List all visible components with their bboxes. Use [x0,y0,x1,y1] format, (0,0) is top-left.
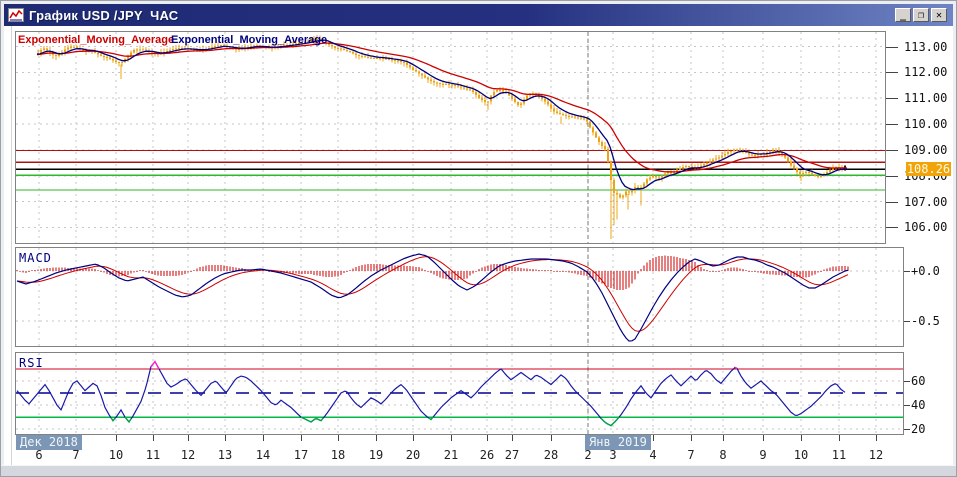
day-label: 9 [750,448,776,462]
time-tick [723,435,724,441]
left-frame-groove [11,26,12,468]
app-window: График USD /JPY ЧАС _ ❐ ✕ Exponential_Mo… [0,0,957,477]
time-tick [487,435,488,441]
day-label: 6 [26,448,52,462]
macd-tick [904,271,910,272]
day-label: 17 [288,448,314,462]
minimize-button[interactable]: _ [895,8,911,22]
window-buttons: _ ❐ ✕ [895,8,947,22]
time-tick [413,435,414,441]
time-tick [153,435,154,441]
macd-tick [904,321,910,322]
price-tick-label: 110.00 [904,117,947,131]
ema-label-blue: Exponential_Moving_Average [171,34,327,46]
day-label: 12 [175,448,201,462]
day-label: 2 [575,448,601,462]
rsi-overbought-segment [151,362,159,369]
price-tick-label: 111.00 [904,91,947,105]
time-tick [225,435,226,441]
macd-panel[interactable] [15,247,904,347]
price-tick [886,124,898,125]
day-label: 28 [538,448,564,462]
day-label: 7 [678,448,704,462]
rsi-tick [904,381,910,382]
price-tick [886,150,898,151]
price-tick-label: 106.00 [904,220,947,234]
month-badge-dec: Дек 2018 [16,435,82,450]
time-tick [551,435,552,441]
day-label: 20 [400,448,426,462]
day-label: 12 [863,448,889,462]
month-badge-jan: Янв 2019 [585,435,651,450]
time-tick [839,435,840,441]
macd-tick-label: -0.5 [911,314,940,328]
main-chart-panel[interactable] [15,31,886,244]
rsi-label: RSI [19,356,44,370]
day-label: 11 [140,448,166,462]
price-tick-label: 113.00 [904,40,947,54]
rsi-oversold-segment [301,417,323,422]
chart-app-icon-image [8,8,24,22]
day-label: 18 [325,448,351,462]
rsi-tick [904,405,910,406]
time-tick [338,435,339,441]
price-tick [886,227,898,228]
time-tick [116,435,117,441]
time-tick [801,435,802,441]
price-tick-label: 107.00 [904,195,947,209]
time-tick [691,435,692,441]
time-tick [188,435,189,441]
rsi-tick [904,429,910,430]
rsi-panel[interactable] [15,352,904,435]
window-bottom-frame [1,465,957,476]
macd-tick-label: +0.0 [911,264,940,278]
candlestick-series [37,35,846,239]
time-tick [451,435,452,441]
day-label: 27 [499,448,525,462]
price-tick-label: 109.00 [904,143,947,157]
maximize-button[interactable]: ❐ [913,8,929,22]
main-gridlines [16,32,885,243]
time-tick [263,435,264,441]
day-label: 19 [363,448,389,462]
time-tick [763,435,764,441]
rsi-overbought-segment [735,367,737,368]
day-label: 10 [788,448,814,462]
ema-label-red: Exponential_Moving_Average [18,34,174,46]
day-label: 13 [212,448,238,462]
rsi-tick-label: 40 [911,398,925,412]
current-price-tag: 108.26 [906,162,951,176]
day-label: 4 [640,448,666,462]
time-tick [876,435,877,441]
day-label: 21 [438,448,464,462]
chart-app-icon [8,8,24,22]
rsi-tick-label: 60 [911,374,925,388]
window-title: График USD /JPY ЧАС [29,8,895,23]
title-bar[interactable]: График USD /JPY ЧАС _ ❐ ✕ [4,4,953,26]
price-tick [886,202,898,203]
rsi-oversold-segment [601,417,619,426]
day-label: 8 [710,448,736,462]
day-label: 14 [250,448,276,462]
ema-fast-line [37,40,847,189]
close-button[interactable]: ✕ [931,8,947,22]
rsi-oversold-segment [125,417,131,422]
day-label: 7 [63,448,89,462]
day-label: 26 [474,448,500,462]
time-tick [376,435,377,441]
price-tick [886,98,898,99]
day-label: 10 [103,448,129,462]
price-tick-label: 112.00 [904,65,947,79]
rsi-oversold-segment [111,418,115,421]
price-tick [886,72,898,73]
time-tick [301,435,302,441]
price-tick [886,176,898,177]
time-tick [512,435,513,441]
price-tick [886,47,898,48]
macd-label: MACD [19,251,52,265]
day-label: 11 [826,448,852,462]
rsi-tick-label: 20 [911,422,925,436]
day-label: 3 [600,448,626,462]
time-tick [653,435,654,441]
